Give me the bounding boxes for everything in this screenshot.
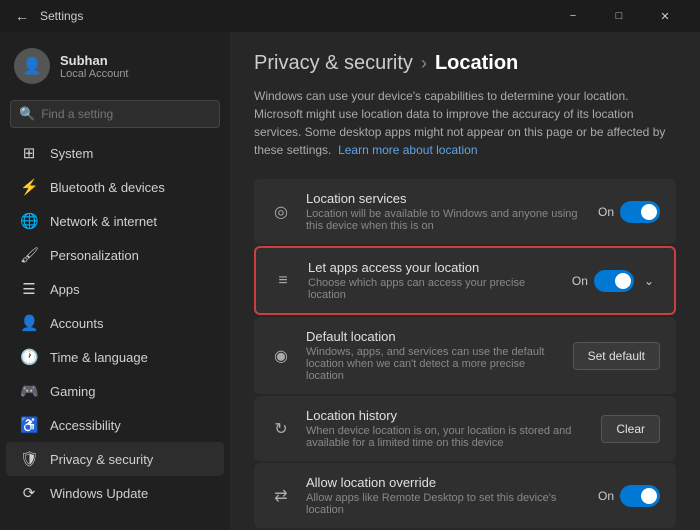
setting-icon-location-services: ◎ [270,201,292,223]
search-input[interactable] [41,107,211,121]
setting-item-allow-override: ⇄ Allow location override Allow apps lik… [254,463,676,528]
sidebar-item-time[interactable]: 🕐 Time & language [6,340,224,374]
nav-list: ⊞ System ⚡ Bluetooth & devices 🌐 Network… [0,136,230,510]
breadcrumb-page: Location [435,52,518,75]
learn-more-link[interactable]: Learn more about location [338,143,477,157]
setting-icon-let-apps-access: ≡ [272,270,294,292]
setting-icon-allow-override: ⇄ [270,485,292,507]
setting-desc-let-apps-access: Choose which apps can access your precis… [308,277,558,301]
sidebar-item-privacy[interactable]: 🛡 Privacy & security [6,442,224,476]
search-box[interactable]: 🔍 [10,100,220,128]
setting-title-allow-override: Allow location override [306,475,584,490]
close-button[interactable]: ✕ [642,0,688,32]
sidebar-item-apps[interactable]: ☰ Apps [6,272,224,306]
minimize-button[interactable]: − [550,0,596,32]
user-info: Subhan Local Account [60,53,129,80]
titlebar-title: Settings [40,9,83,23]
nav-icon-accounts: 👤 [20,314,38,332]
sidebar-item-network[interactable]: 🌐 Network & internet [6,204,224,238]
toggle-let-apps-access[interactable] [594,270,634,292]
nav-label-system: System [50,146,93,161]
back-button[interactable]: ← [12,6,32,26]
setting-icon-location-history: ↻ [270,418,292,440]
toggle-label-let-apps-access: On [572,274,588,288]
setting-item-let-apps-access: ≡ Let apps access your location Choose w… [254,246,676,315]
setting-title-location-services: Location services [306,191,584,206]
user-sub: Local Account [60,68,129,80]
setting-title-default-location: Default location [306,329,559,344]
setting-text-allow-override: Allow location override Allow apps like … [306,475,584,516]
nav-icon-system: ⊞ [20,144,38,162]
titlebar-left: ← Settings [12,6,550,26]
setting-desc-allow-override: Allow apps like Remote Desktop to set th… [306,492,584,516]
nav-label-time: Time & language [50,350,148,365]
avatar: 👤 [14,48,50,84]
sidebar-item-accounts[interactable]: 👤 Accounts [6,306,224,340]
maximize-button[interactable]: □ [596,0,642,32]
setting-item-location-history: ↻ Location history When device location … [254,396,676,461]
nav-label-gaming: Gaming [50,384,96,399]
nav-icon-accessibility: ♿ [20,416,38,434]
sidebar-item-accessibility[interactable]: ♿ Accessibility [6,408,224,442]
nav-label-privacy: Privacy & security [50,452,153,467]
setting-text-let-apps-access: Let apps access your location Choose whi… [308,260,558,301]
nav-label-accessibility: Accessibility [50,418,121,433]
titlebar: ← Settings − □ ✕ [0,0,700,32]
user-name: Subhan [60,53,129,68]
nav-icon-apps: ☰ [20,280,38,298]
setting-desc-default-location: Windows, apps, and services can use the … [306,346,559,382]
sidebar-item-bluetooth[interactable]: ⚡ Bluetooth & devices [6,170,224,204]
user-profile[interactable]: 👤 Subhan Local Account [0,32,230,96]
toggle-container-allow-override: On [598,485,660,507]
toggle-location-services[interactable] [620,201,660,223]
setting-item-default-location: ◉ Default location Windows, apps, and se… [254,317,676,394]
setting-text-location-history: Location history When device location is… [306,408,587,449]
page-description: Windows can use your device's capabiliti… [254,87,676,159]
toggle-container-let-apps-access: On ⌄ [572,270,658,292]
setting-text-location-services: Location services Location will be avail… [306,191,584,232]
sidebar-item-personalization[interactable]: 🖌 Personalization [6,238,224,272]
toggle-container-location-services: On [598,201,660,223]
breadcrumb-arrow: › [421,53,427,74]
nav-label-update: Windows Update [50,486,148,501]
nav-icon-bluetooth: ⚡ [20,178,38,196]
action-button-default-location[interactable]: Set default [573,342,660,370]
toggle-label-location-services: On [598,205,614,219]
main-layout: 👤 Subhan Local Account 🔍 ⊞ System ⚡ Blue… [0,32,700,530]
sidebar: 👤 Subhan Local Account 🔍 ⊞ System ⚡ Blue… [0,32,230,530]
nav-icon-gaming: 🎮 [20,382,38,400]
titlebar-controls: − □ ✕ [550,0,688,32]
nav-label-bluetooth: Bluetooth & devices [50,180,165,195]
nav-icon-personalization: 🖌 [20,246,38,264]
setting-title-location-history: Location history [306,408,587,423]
toggle-allow-override[interactable] [620,485,660,507]
search-icon: 🔍 [19,106,35,122]
breadcrumb-section: Privacy & security [254,52,413,75]
setting-title-let-apps-access: Let apps access your location [308,260,558,275]
settings-list: ◎ Location services Location will be ava… [254,179,676,530]
sidebar-item-system[interactable]: ⊞ System [6,136,224,170]
setting-icon-default-location: ◉ [270,345,292,367]
toggle-label-allow-override: On [598,489,614,503]
nav-icon-privacy: 🛡 [20,450,38,468]
setting-desc-location-services: Location will be available to Windows an… [306,208,584,232]
nav-icon-update: ⟳ [20,484,38,502]
content-area: Privacy & security › Location Windows ca… [230,32,700,530]
nav-icon-network: 🌐 [20,212,38,230]
chevron-icon-let-apps-access[interactable]: ⌄ [640,272,658,290]
nav-label-accounts: Accounts [50,316,103,331]
sidebar-item-gaming[interactable]: 🎮 Gaming [6,374,224,408]
sidebar-item-update[interactable]: ⟳ Windows Update [6,476,224,510]
nav-label-network: Network & internet [50,214,157,229]
nav-label-apps: Apps [50,282,80,297]
action-button-location-history[interactable]: Clear [601,415,660,443]
setting-item-location-services: ◎ Location services Location will be ava… [254,179,676,244]
setting-text-default-location: Default location Windows, apps, and serv… [306,329,559,382]
setting-desc-location-history: When device location is on, your locatio… [306,425,587,449]
nav-icon-time: 🕐 [20,348,38,366]
breadcrumb: Privacy & security › Location [254,52,676,75]
nav-label-personalization: Personalization [50,248,139,263]
